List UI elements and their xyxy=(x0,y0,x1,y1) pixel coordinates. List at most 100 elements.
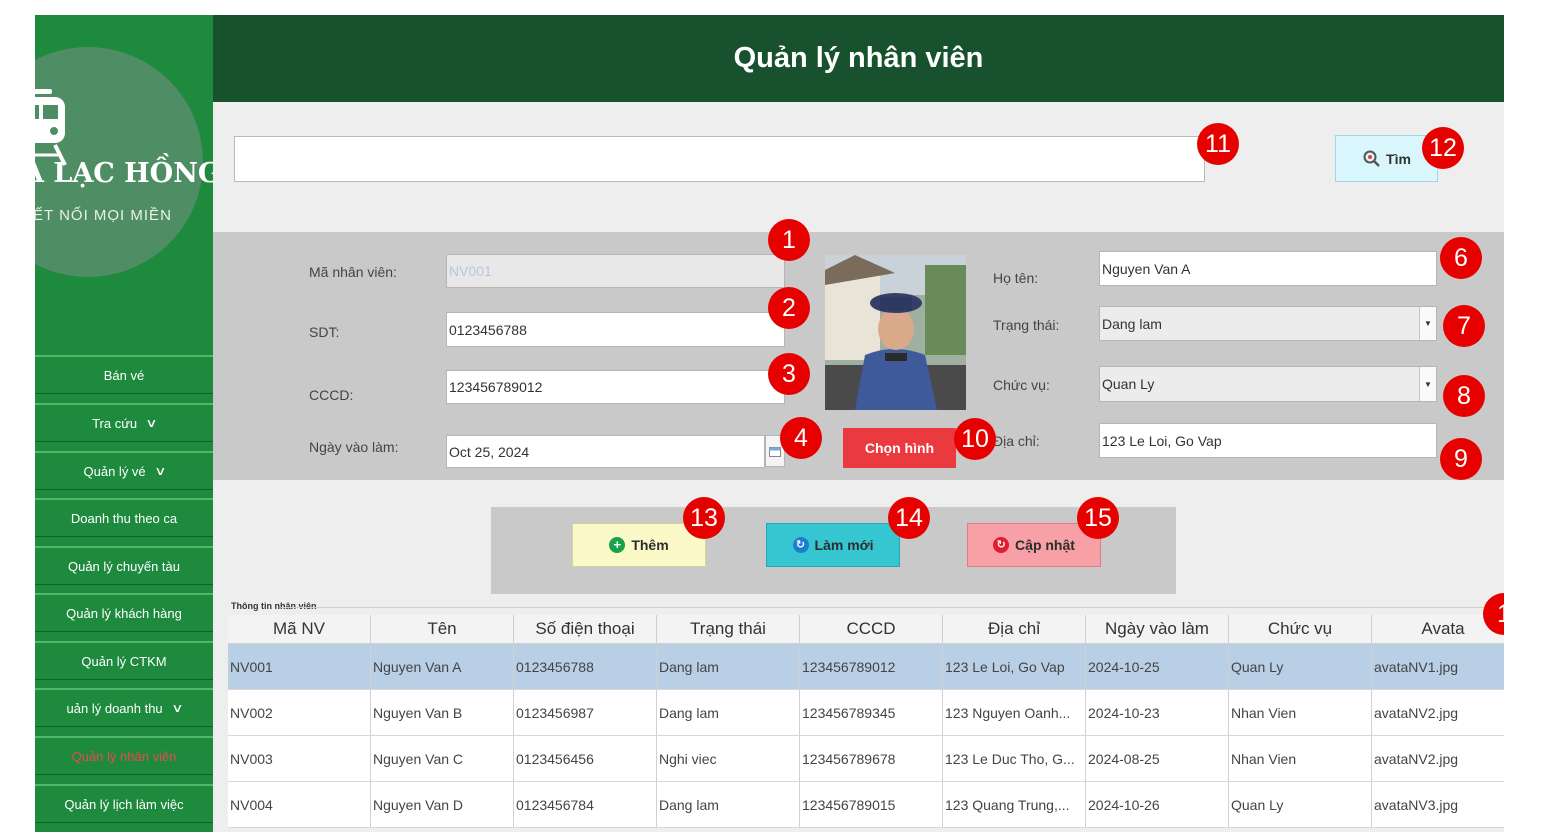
dropdown-arrow-icon: ▼ xyxy=(1419,367,1436,401)
employee-photo xyxy=(825,255,966,410)
logo-subtitle: ẾT NỐI MỌI MIỀN xyxy=(35,207,172,224)
chevron-down-icon: ∨ xyxy=(170,701,184,715)
table-cell: avataNV1.jpg xyxy=(1372,644,1504,689)
phone-field[interactable]: 0123456788 xyxy=(446,312,785,347)
table-cell: NV001 xyxy=(228,644,371,689)
table-cell: Nguyen Van D xyxy=(371,782,514,827)
chevron-down-icon: ∨ xyxy=(145,416,158,430)
employee-table: Mã NV Tên Số điện thoại Trạng thái CCCD … xyxy=(228,615,1504,828)
sidebar-item-quan-ly-doanh-thu[interactable]: uản lý doanh thu ∨ xyxy=(35,688,213,727)
search-input[interactable] xyxy=(234,136,1205,182)
position-select-value: Quan Ly xyxy=(1102,376,1155,392)
sidebar-item-quan-ly-ve[interactable]: Quản lý vé ∨ xyxy=(35,451,213,490)
table-cell: 123 Quang Trung,... xyxy=(943,782,1086,827)
table-cell: 2024-08-25 xyxy=(1086,736,1229,781)
annotation-marker: 12 xyxy=(1422,127,1464,169)
table-cell: 123 Le Loi, Go Vap xyxy=(943,644,1086,689)
annotation-marker: 15 xyxy=(1077,497,1119,539)
table-cell: avataNV2.jpg xyxy=(1372,690,1504,735)
annotation-marker: 2 xyxy=(768,287,810,329)
sidebar-item-quan-ly-lich-lam-viec[interactable]: Quản lý lịch làm việc xyxy=(35,784,213,823)
address-label: Địa chỉ: xyxy=(993,433,1040,449)
table-cell: Dang lam xyxy=(657,782,800,827)
full-name-field[interactable]: Nguyen Van A xyxy=(1099,251,1437,286)
chevron-down-icon: ∨ xyxy=(153,464,167,478)
id-card-label: CCCD: xyxy=(309,387,354,403)
train-icon xyxy=(35,89,67,166)
table-cell: Nhan Vien xyxy=(1229,690,1372,735)
sidebar-item-label: Tra cứu xyxy=(92,415,138,431)
table-cell: 123 Le Duc Tho, G... xyxy=(943,736,1086,781)
annotation-marker: 9 xyxy=(1440,438,1482,480)
phone-label: SDT: xyxy=(309,324,340,340)
table-cell: 0123456987 xyxy=(514,690,657,735)
table-cell: 123 Nguyen Oanh... xyxy=(943,690,1086,735)
annotation-marker: 11 xyxy=(1197,123,1239,165)
choose-image-button[interactable]: Chọn hình xyxy=(843,428,956,468)
table-cell: Nguyen Van A xyxy=(371,644,514,689)
annotation-marker: 6 xyxy=(1440,237,1482,279)
update-icon: ↻ xyxy=(993,537,1010,553)
column-header[interactable]: Địa chỉ xyxy=(943,615,1086,643)
sidebar-item-label: Quản lý lịch làm việc xyxy=(64,796,184,812)
annotation-marker: 7 xyxy=(1443,305,1485,347)
employee-id-label: Mã nhân viên: xyxy=(309,264,397,280)
column-header[interactable]: Tên xyxy=(371,615,514,643)
sidebar-item-quan-ly-khach-hang[interactable]: Quản lý khách hàng xyxy=(35,593,213,632)
sidebar-item-doanh-thu-theo-ca[interactable]: Doanh thu theo ca xyxy=(35,498,213,537)
id-card-field[interactable]: 123456789012 xyxy=(446,370,785,404)
table-row[interactable]: NV004 Nguyen Van D 0123456784 Dang lam 1… xyxy=(228,782,1504,828)
table-cell: 123456789678 xyxy=(800,736,943,781)
address-field[interactable]: 123 Le Loi, Go Vap xyxy=(1099,423,1437,458)
table-cell: Nguyen Van B xyxy=(371,690,514,735)
action-bar: + Thêm ↻ Làm mới ↻ Cập nhật xyxy=(491,507,1176,594)
position-label: Chức vụ: xyxy=(993,377,1050,393)
table-row[interactable]: NV001 Nguyen Van A 0123456788 Dang lam 1… xyxy=(228,644,1504,690)
annotation-marker: 13 xyxy=(683,497,725,539)
table-cell: 123456789015 xyxy=(800,782,943,827)
app-window: A LẠC HỒNG ẾT NỐI MỌI MIỀN Bán vé Tra cứ… xyxy=(35,15,1504,832)
status-select[interactable]: Dang lam ▼ xyxy=(1099,306,1437,341)
sidebar-item-tra-cuu[interactable]: Tra cứu ∨ xyxy=(35,403,213,442)
employee-id-field: NV001 xyxy=(446,254,785,288)
sidebar-item-label: Quản lý nhân viên xyxy=(71,748,177,764)
table-cell: Nguyen Van C xyxy=(371,736,514,781)
annotation-marker: 4 xyxy=(780,417,822,459)
full-name-label: Họ tên: xyxy=(993,270,1039,286)
column-header[interactable]: Số điện thoại xyxy=(514,615,657,643)
sidebar: A LẠC HỒNG ẾT NỐI MỌI MIỀN Bán vé Tra cứ… xyxy=(35,15,213,832)
sidebar-item-label: Quản lý khách hàng xyxy=(66,605,182,621)
column-header[interactable]: CCCD xyxy=(800,615,943,643)
table-row[interactable]: NV003 Nguyen Van C 0123456456 Nghi viec … xyxy=(228,736,1504,782)
table-caption: Thông tin nhân viên xyxy=(231,601,317,611)
sidebar-item-ban-ve[interactable]: Bán vé xyxy=(35,355,213,394)
dropdown-arrow-icon: ▼ xyxy=(1419,307,1436,340)
plus-icon: + xyxy=(609,537,626,553)
table-cell: 0123456456 xyxy=(514,736,657,781)
table-cell: Quan Ly xyxy=(1229,644,1372,689)
start-date-field[interactable]: Oct 25, 2024 xyxy=(446,435,765,468)
sidebar-item-label: Doanh thu theo ca xyxy=(70,510,178,526)
sidebar-item-label: Quản lý vé xyxy=(83,463,146,479)
refresh-button[interactable]: ↻ Làm mới xyxy=(766,523,900,567)
table-cell: 2024-10-23 xyxy=(1086,690,1229,735)
search-icon xyxy=(1363,150,1380,167)
table-cell: 2024-10-25 xyxy=(1086,644,1229,689)
page-title: Quản lý nhân viên xyxy=(213,15,1504,102)
column-header[interactable]: Ngày vào làm xyxy=(1086,615,1229,643)
refresh-icon: ↻ xyxy=(792,537,809,553)
column-header[interactable]: Trạng thái xyxy=(657,615,800,643)
table-cell: Quan Ly xyxy=(1229,782,1372,827)
table-cell: 0123456788 xyxy=(514,644,657,689)
table-row[interactable]: NV002 Nguyen Van B 0123456987 Dang lam 1… xyxy=(228,690,1504,736)
column-header[interactable]: Mã NV xyxy=(228,615,371,643)
annotation-marker: 14 xyxy=(888,497,930,539)
caption-divider xyxy=(281,607,1504,608)
sidebar-item-quan-ly-ctkm[interactable]: Quản lý CTKM xyxy=(35,641,213,680)
status-select-value: Dang lam xyxy=(1102,315,1162,332)
sidebar-item-quan-ly-nhan-vien[interactable]: Quản lý nhân viên xyxy=(35,736,213,775)
sidebar-item-quan-ly-chuyen-tau[interactable]: Quản lý chuyến tàu xyxy=(35,546,213,585)
position-select[interactable]: Quan Ly ▼ xyxy=(1099,366,1437,402)
column-header[interactable]: Chức vụ xyxy=(1229,615,1372,643)
table-cell: NV003 xyxy=(228,736,371,781)
